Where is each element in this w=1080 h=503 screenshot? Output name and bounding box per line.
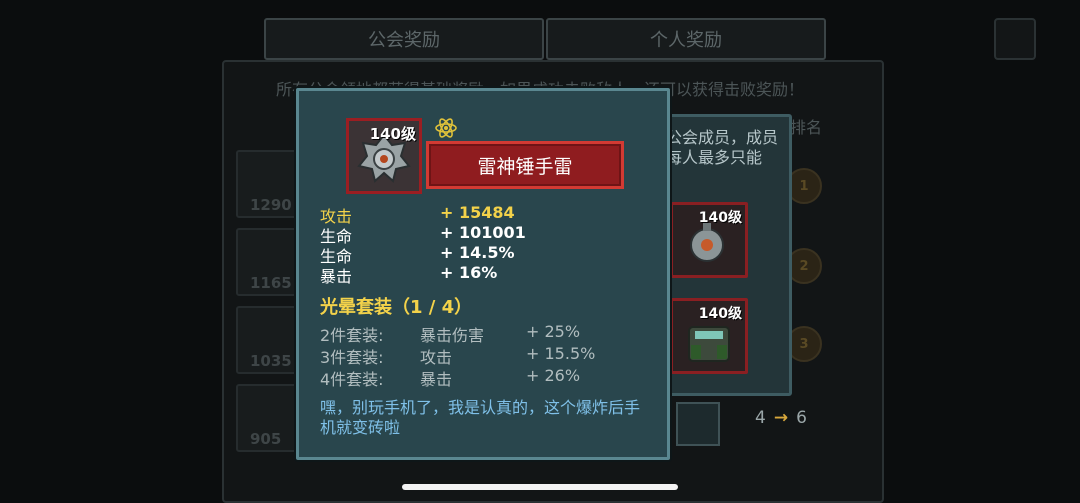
item-level-label: 140级	[698, 210, 742, 226]
upgrade-to: 6	[796, 408, 807, 428]
row-number: 1290	[250, 196, 292, 214]
arrow-right-icon: →	[773, 408, 789, 428]
set-title: 光晕套装（1 / 4）	[320, 297, 473, 318]
row-number: 1165	[250, 274, 292, 292]
atom-icon	[435, 118, 457, 138]
cube-icon	[676, 402, 720, 446]
stat-value: + 15484	[440, 203, 515, 222]
rank-header: 排名	[790, 118, 823, 137]
equipment-slot[interactable]: 140级	[670, 202, 748, 278]
upgrade-indicator: 4 → 6	[755, 408, 807, 428]
set-value: + 26%	[526, 366, 581, 385]
set-value: + 25%	[526, 322, 581, 341]
row-number: 1035	[250, 352, 292, 370]
set-stat: 攻击	[420, 348, 453, 367]
set-pieces: 2件套装:	[320, 326, 384, 345]
stat-label: 暴击	[320, 267, 353, 286]
item-name: 雷神锤手雷	[426, 141, 624, 189]
tab-personal-rewards[interactable]: 个人奖励	[546, 18, 826, 60]
row-number: 905	[250, 430, 282, 448]
set-pieces: 3件套装:	[320, 348, 384, 367]
set-stat: 暴击	[420, 370, 453, 389]
item-level-label: 140级	[698, 306, 742, 322]
upgrade-from: 4	[755, 408, 766, 428]
set-value: + 15.5%	[526, 344, 596, 363]
tab-guild-rewards[interactable]: 公会奖励	[264, 18, 544, 60]
set-stat: 暴击伤害	[420, 326, 485, 345]
home-indicator[interactable]	[402, 484, 678, 490]
flavor-text: 嘿，别玩手机了，我是认真的，这个爆炸后手机就变砖啦	[320, 398, 641, 437]
guild-info-text: 公会成员，成员每人最多只能	[666, 128, 779, 167]
item-icon-frame: 140级	[346, 118, 422, 194]
stat-value: + 101001	[440, 223, 526, 242]
corner-button[interactable]	[994, 18, 1036, 60]
set-pieces: 4件套装:	[320, 370, 384, 389]
equipment-slot[interactable]: 140级	[670, 298, 748, 374]
stat-value: + 16%	[440, 263, 498, 282]
item-level-label: 140级	[369, 125, 416, 143]
stat-value: + 14.5%	[440, 243, 515, 262]
